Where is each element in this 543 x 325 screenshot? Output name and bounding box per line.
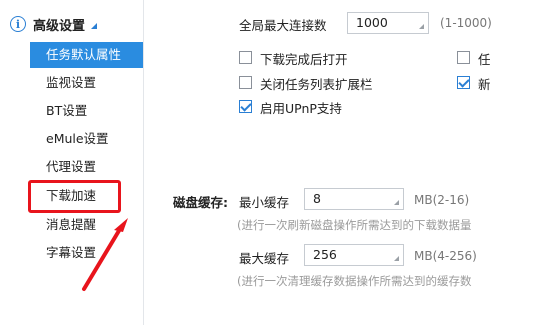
annotation-arrow (82, 218, 128, 291)
arrow-shaft (82, 227, 122, 291)
